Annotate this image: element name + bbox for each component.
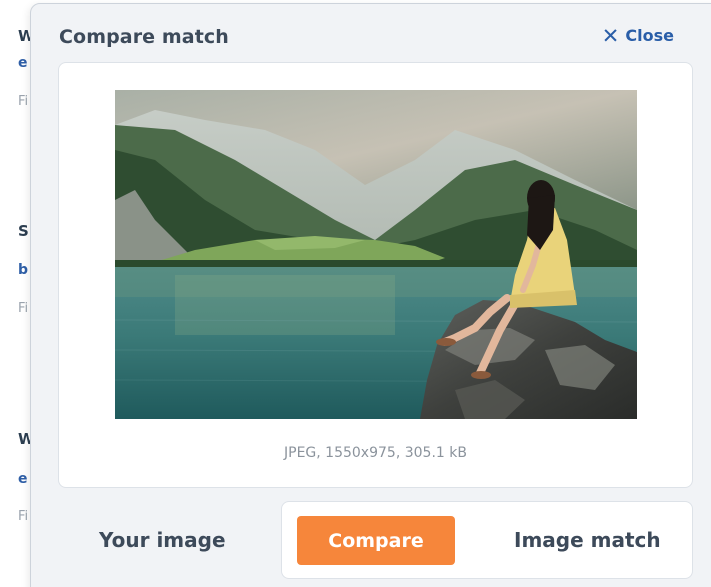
close-button[interactable]: ✕ Close <box>601 23 674 48</box>
image-match-tab[interactable]: Image match <box>514 528 661 552</box>
background-heading: S <box>18 222 29 240</box>
background-link[interactable]: b <box>18 261 28 279</box>
your-image-label[interactable]: Your image <box>99 528 226 552</box>
close-x-icon: ✕ <box>601 23 620 48</box>
compare-match-modal: Compare match ✕ Close JPEG, 1550x975, 30… <box>30 3 711 587</box>
image-caption: JPEG, 1550x975, 305.1 kB <box>284 445 467 461</box>
close-label: Close <box>625 26 674 45</box>
lake-mountain-photo <box>115 90 637 419</box>
background-meta: Fi <box>18 94 29 109</box>
compared-photo <box>115 90 637 419</box>
modal-title: Compare match <box>59 26 229 48</box>
image-preview-card: JPEG, 1550x975, 305.1 kB <box>58 62 693 488</box>
compare-button[interactable]: Compare <box>297 516 455 565</box>
background-link[interactable]: e <box>18 54 28 72</box>
background-link[interactable]: e <box>18 470 28 488</box>
background-meta: Fi <box>18 509 29 524</box>
view-toggle: Compare Image match <box>281 501 693 579</box>
screen: W e Fi S b Fi W e Fi Compare match ✕ Clo… <box>0 0 711 587</box>
background-meta: Fi <box>18 301 29 316</box>
